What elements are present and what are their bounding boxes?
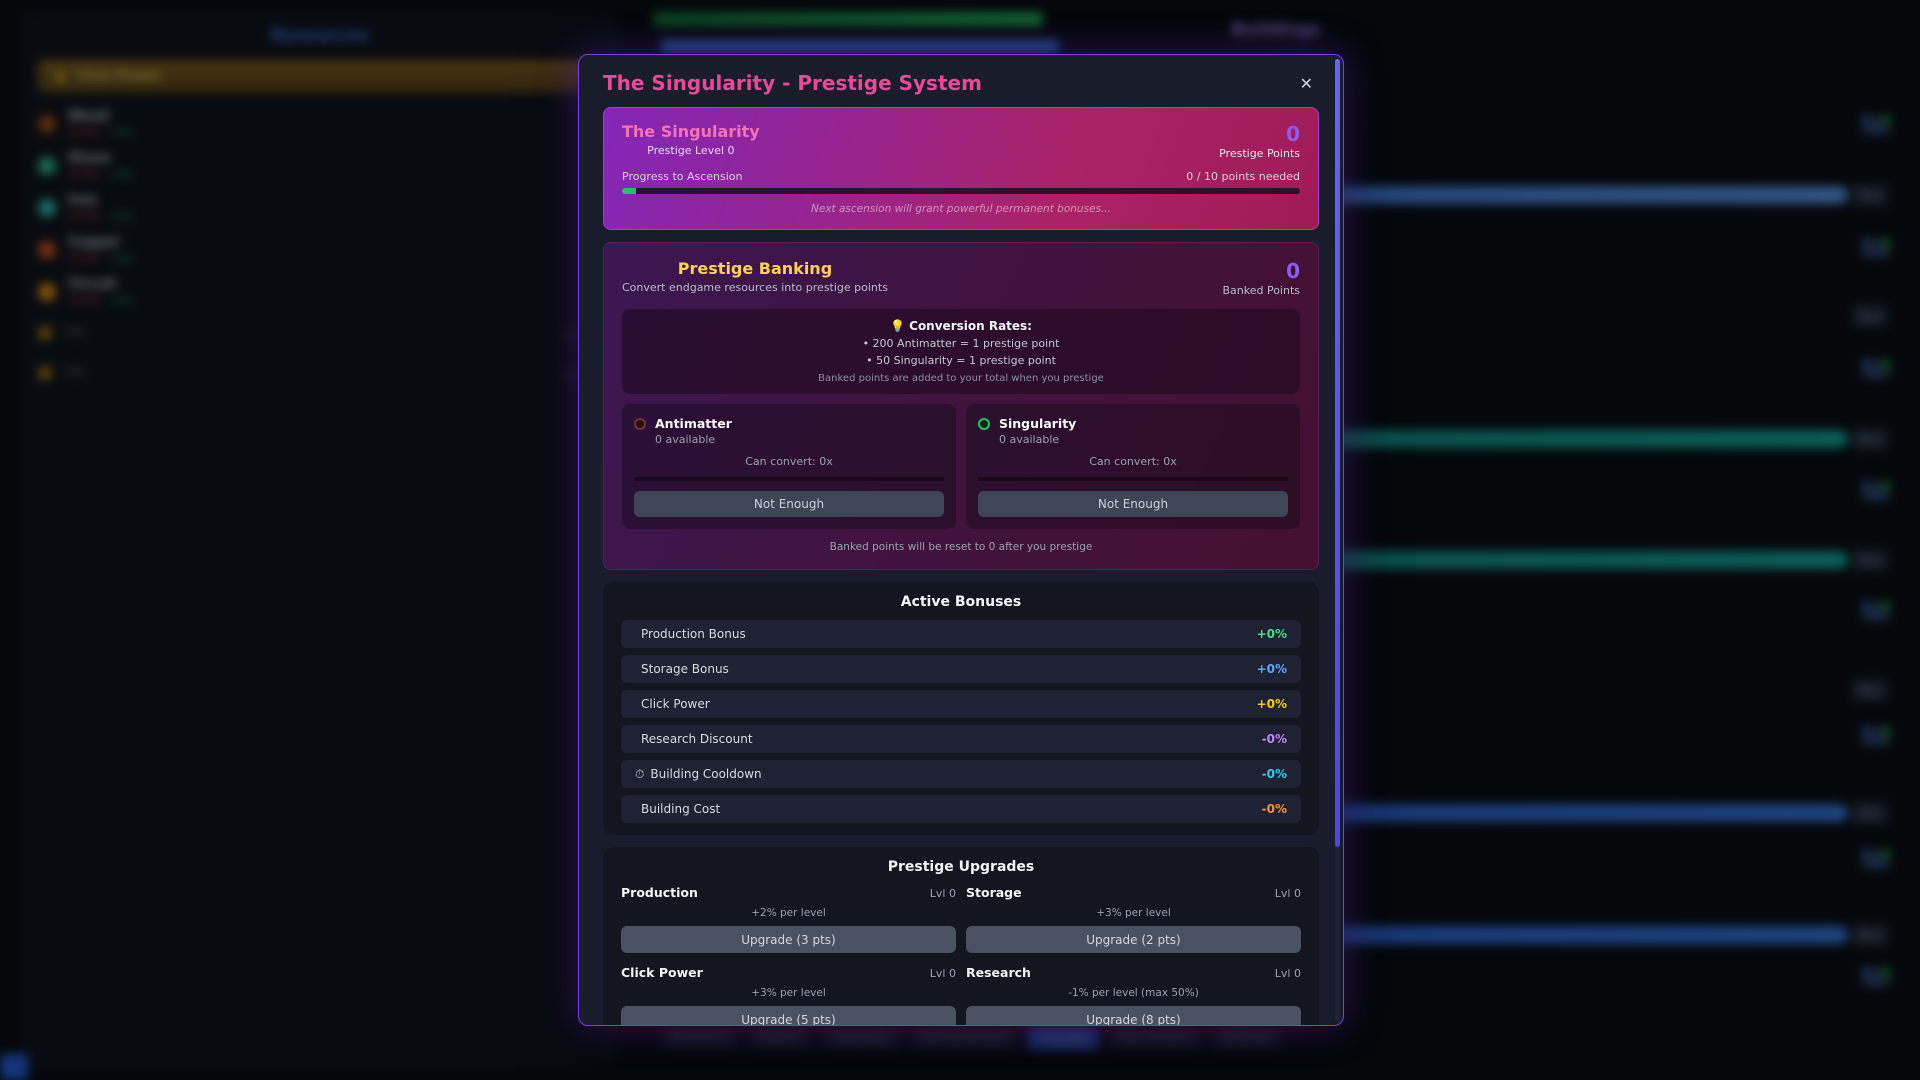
ascension-hint: Next ascension will grant powerful perma…	[622, 203, 1300, 215]
upgrade-name: Research	[966, 965, 1031, 980]
active-bonuses-section: Active Bonuses Production Bonus +0% Stor…	[603, 582, 1319, 835]
converter-name: Antimatter	[655, 416, 732, 431]
upgrade-storage: Storage Lvl 0 +3% per level Upgrade (2 p…	[966, 885, 1301, 953]
ascension-progress-label: Progress to Ascension	[622, 170, 743, 183]
conversion-rates-box: 💡 Conversion Rates: • 200 Antimatter = 1…	[622, 309, 1300, 394]
conversion-rates-note: Banked points are added to your total wh…	[632, 373, 1290, 384]
bonus-value: +0%	[1257, 662, 1287, 676]
modal-scrollbar-thumb[interactable]	[1335, 59, 1340, 847]
prestige-points-value: 0	[1219, 122, 1300, 146]
singularity-card: The Singularity Prestige Level 0 0 Prest…	[603, 107, 1319, 230]
bonus-label: Research Discount	[641, 732, 753, 746]
conversion-rate: • 200 Antimatter = 1 prestige point	[632, 337, 1290, 350]
upgrade-desc: +3% per level	[621, 987, 956, 999]
converter-can-convert: Can convert: 0x	[634, 455, 944, 468]
upgrade-name: Storage	[966, 885, 1022, 900]
bonus-value: -0%	[1262, 767, 1287, 781]
upgrade-desc: +3% per level	[966, 907, 1301, 919]
upgrade-button[interactable]: Upgrade (5 pts)	[621, 1006, 956, 1026]
upgrade-desc: +2% per level	[621, 907, 956, 919]
bonus-label: Building Cooldown	[650, 767, 761, 781]
convert-button[interactable]: Not Enough	[634, 491, 944, 517]
modal-title: The Singularity - Prestige System	[603, 71, 982, 95]
prestige-upgrades-title: Prestige Upgrades	[621, 859, 1301, 875]
banked-reset-note: Banked points will be reset to 0 after y…	[622, 541, 1300, 553]
bonus-row-research-discount: Research Discount -0%	[621, 725, 1301, 753]
upgrade-level: Lvl 0	[930, 887, 956, 900]
upgrade-level: Lvl 0	[930, 967, 956, 980]
bonus-value: -0%	[1262, 732, 1287, 746]
ascension-progress-bar	[622, 188, 1300, 194]
prestige-points-label: Prestige Points	[1219, 147, 1300, 160]
upgrade-button[interactable]: Upgrade (3 pts)	[621, 926, 956, 953]
prestige-upgrades-section: Prestige Upgrades Production Lvl 0 +2% p…	[603, 847, 1319, 1026]
converter-antimatter: Antimatter 0 available Can convert: 0x N…	[622, 404, 956, 529]
upgrade-button[interactable]: Upgrade (8 pts)	[966, 1006, 1301, 1026]
prestige-banking-card: Prestige Banking Convert endgame resourc…	[603, 242, 1319, 570]
ascension-progress-fill	[622, 188, 636, 194]
banking-title: Prestige Banking	[622, 259, 888, 278]
banked-points-value: 0	[1222, 259, 1300, 283]
converter-available: 0 available	[999, 433, 1076, 446]
upgrade-research: Research Lvl 0 -1% per level (max 50%) U…	[966, 965, 1301, 1026]
modal-scrollbar	[1335, 59, 1340, 1021]
upgrade-level: Lvl 0	[1275, 887, 1301, 900]
upgrade-desc: -1% per level (max 50%)	[966, 987, 1301, 999]
active-bonuses-title: Active Bonuses	[621, 594, 1301, 610]
upgrade-level: Lvl 0	[1275, 967, 1301, 980]
upgrade-production: Production Lvl 0 +2% per level Upgrade (…	[621, 885, 956, 953]
upgrade-name: Click Power	[621, 965, 703, 980]
converter-name: Singularity	[999, 416, 1076, 431]
converter-singularity: Singularity 0 available Can convert: 0x …	[966, 404, 1300, 529]
antimatter-radio-icon[interactable]	[634, 418, 646, 430]
singularity-radio-icon[interactable]	[978, 418, 990, 430]
upgrade-click-power: Click Power Lvl 0 +3% per level Upgrade …	[621, 965, 956, 1026]
converter-slider[interactable]	[634, 477, 944, 481]
bonus-label: Production Bonus	[641, 627, 746, 641]
bonus-value: +0%	[1257, 697, 1287, 711]
upgrade-button[interactable]: Upgrade (2 pts)	[966, 926, 1301, 953]
banking-subtitle: Convert endgame resources into prestige …	[622, 281, 888, 294]
conversion-rates-title: 💡 Conversion Rates:	[632, 319, 1290, 333]
converter-slider[interactable]	[978, 477, 1288, 481]
upgrade-name: Production	[621, 885, 698, 900]
prestige-modal: The Singularity - Prestige System ✕ The …	[578, 54, 1344, 1026]
stopwatch-icon: ⏱	[635, 767, 644, 782]
singularity-card-title: The Singularity	[622, 122, 760, 141]
close-icon[interactable]: ✕	[1294, 72, 1319, 95]
banked-points-label: Banked Points	[1222, 284, 1300, 297]
converter-available: 0 available	[655, 433, 732, 446]
convert-button[interactable]: Not Enough	[978, 491, 1288, 517]
bonus-value: -0%	[1262, 802, 1287, 816]
bonus-value: +0%	[1257, 627, 1287, 641]
bonus-label: Building Cost	[641, 802, 720, 816]
bonus-row-building-cost: Building Cost -0%	[621, 795, 1301, 823]
bonus-label: Click Power	[641, 697, 710, 711]
conversion-rate: • 50 Singularity = 1 prestige point	[632, 354, 1290, 367]
ascension-points-needed: 0 / 10 points needed	[1186, 170, 1300, 183]
bonus-row-storage: Storage Bonus +0%	[621, 655, 1301, 683]
bonus-row-building-cooldown: ⏱ Building Cooldown -0%	[621, 760, 1301, 788]
converter-can-convert: Can convert: 0x	[978, 455, 1288, 468]
bonus-row-production: Production Bonus +0%	[621, 620, 1301, 648]
bonus-row-click-power: Click Power +0%	[621, 690, 1301, 718]
prestige-level-label: Prestige Level 0	[622, 144, 760, 157]
bonus-label: Storage Bonus	[641, 662, 729, 676]
